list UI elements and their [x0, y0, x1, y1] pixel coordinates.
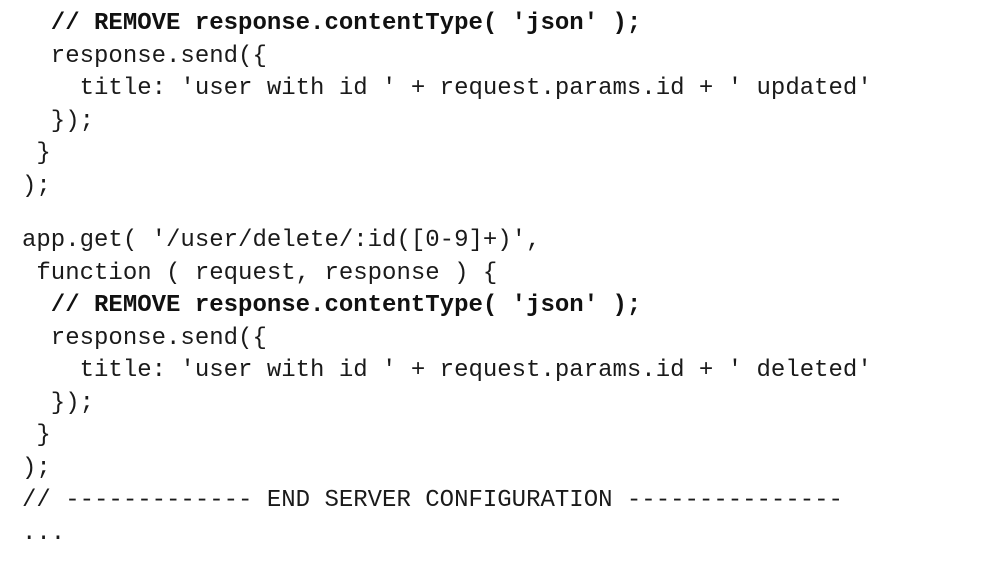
code-line: } — [22, 140, 51, 167]
code-line: // REMOVE response.contentType( 'json' )… — [22, 10, 642, 37]
code-line: response.send({ — [22, 42, 267, 70]
code-line: response.send({ — [22, 324, 267, 352]
code-line: title: 'user with id ' + request.params.… — [22, 75, 872, 102]
code-line: title: 'user with id ' + request.params.… — [22, 357, 872, 384]
code-line: // ------------- END SERVER CONFIGURATIO… — [22, 487, 843, 514]
code-line: }); — [22, 389, 95, 417]
code-listing: // REMOVE response.contentType( 'json' )… — [22, 8, 1006, 570]
code-line: ... — [22, 519, 66, 547]
code-line: ); — [22, 172, 51, 200]
code-line: }); — [22, 107, 95, 135]
code-line: function ( request, response ) { — [22, 259, 498, 287]
code-line: } — [22, 422, 51, 449]
code-line: // REMOVE response.contentType( 'json' )… — [22, 292, 642, 319]
code-line: ); — [22, 454, 51, 482]
code-line: app.get( '/user/delete/:id([0-9]+)', — [22, 227, 541, 254]
